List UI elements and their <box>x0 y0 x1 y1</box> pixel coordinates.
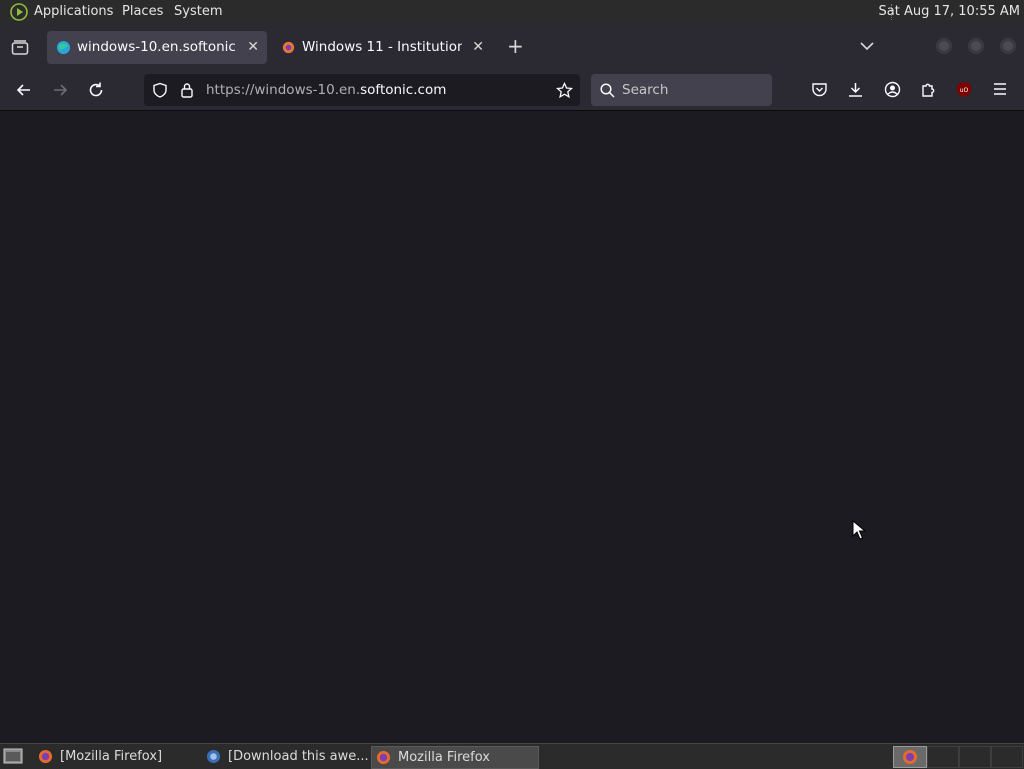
lock-icon[interactable] <box>180 82 194 98</box>
workspace-switcher[interactable] <box>893 746 927 768</box>
downloads-icon[interactable] <box>847 81 864 98</box>
taskbar-item-label: Mozilla Firefox <box>398 750 490 765</box>
firefox-tab-icon <box>282 41 295 54</box>
url-bar[interactable]: https://windows-10.en.softonic.com <box>144 74 580 106</box>
menu-applications[interactable]: Applications <box>34 0 113 24</box>
account-icon[interactable] <box>884 81 901 98</box>
workspace-4[interactable] <box>991 746 1023 768</box>
close-window-button[interactable] <box>1000 38 1016 54</box>
tab-title: windows-10.en.softonic.com <box>77 39 237 55</box>
page-content[interactable] <box>0 111 1024 743</box>
tab-windows-11[interactable]: Windows 11 - Institutional E ✕ <box>272 31 492 64</box>
tracking-protection-shield-icon[interactable] <box>152 82 168 98</box>
menu-places[interactable]: Places <box>122 0 163 24</box>
extensions-puzzle-icon[interactable] <box>920 81 937 98</box>
browser-globe-icon <box>206 749 221 764</box>
close-tab-icon[interactable]: ✕ <box>472 31 484 64</box>
search-placeholder: Search <box>622 82 669 98</box>
menu-system[interactable]: System <box>174 0 222 24</box>
pocket-icon[interactable] <box>811 82 828 98</box>
url-prefix: https://windows-10.en. <box>206 82 361 98</box>
top-panel: Applications Places System Sat Aug 17, 1… <box>0 0 1024 24</box>
firefox-icon <box>376 750 391 765</box>
show-desktop-icon[interactable] <box>3 747 23 765</box>
firefox-icon <box>903 750 917 764</box>
new-tab-icon[interactable]: + <box>507 34 524 58</box>
url-host: softonic.com <box>360 82 447 98</box>
clock[interactable]: Sat Aug 17, 10:55 AM <box>879 0 1020 24</box>
firefox-view-icon[interactable] <box>11 40 29 56</box>
forward-button-icon[interactable] <box>50 80 70 100</box>
svg-text:uO: uO <box>960 87 969 94</box>
search-icon <box>600 83 615 98</box>
tab-strip: windows-10.en.softonic.com ✕ Windows 11 … <box>0 24 1024 70</box>
mouse-cursor-icon <box>852 520 866 540</box>
tab-softonic[interactable]: windows-10.en.softonic.com ✕ <box>47 31 267 64</box>
minimize-window-button[interactable] <box>936 38 952 54</box>
tab-title: Windows 11 - Institutional E <box>302 39 462 55</box>
workspace-2[interactable] <box>927 746 959 768</box>
close-tab-icon[interactable]: ✕ <box>247 31 259 64</box>
search-bar[interactable]: Search <box>591 74 772 106</box>
taskbar-item-firefox-1[interactable]: [Mozilla Firefox] <box>34 746 196 767</box>
ublock-origin-icon[interactable]: uO <box>956 81 972 98</box>
applications-logo-icon[interactable] <box>10 3 28 21</box>
taskbar-item-download[interactable]: [Download this awe... <box>202 746 368 767</box>
firefox-icon <box>38 749 53 764</box>
taskbar-item-label: [Mozilla Firefox] <box>60 749 163 764</box>
maximize-window-button[interactable] <box>968 38 984 54</box>
reload-icon[interactable] <box>86 80 106 100</box>
back-button-icon[interactable] <box>14 80 34 100</box>
bookmark-star-icon[interactable] <box>556 82 573 99</box>
taskbar: [Mozilla Firefox] [Download this awe... … <box>0 743 1024 769</box>
taskbar-item-firefox-active[interactable]: Mozilla Firefox <box>371 746 539 769</box>
url-text[interactable]: https://windows-10.en.softonic.com <box>206 74 446 106</box>
taskbar-item-label: [Download this awe... <box>228 749 368 764</box>
workspace-3[interactable] <box>959 746 991 768</box>
softonic-globe-icon <box>56 40 71 55</box>
list-all-tabs-icon[interactable] <box>860 41 874 51</box>
application-menu-icon[interactable] <box>992 82 1008 96</box>
navigation-bar: https://windows-10.en.softonic.com Searc… <box>0 70 1024 111</box>
